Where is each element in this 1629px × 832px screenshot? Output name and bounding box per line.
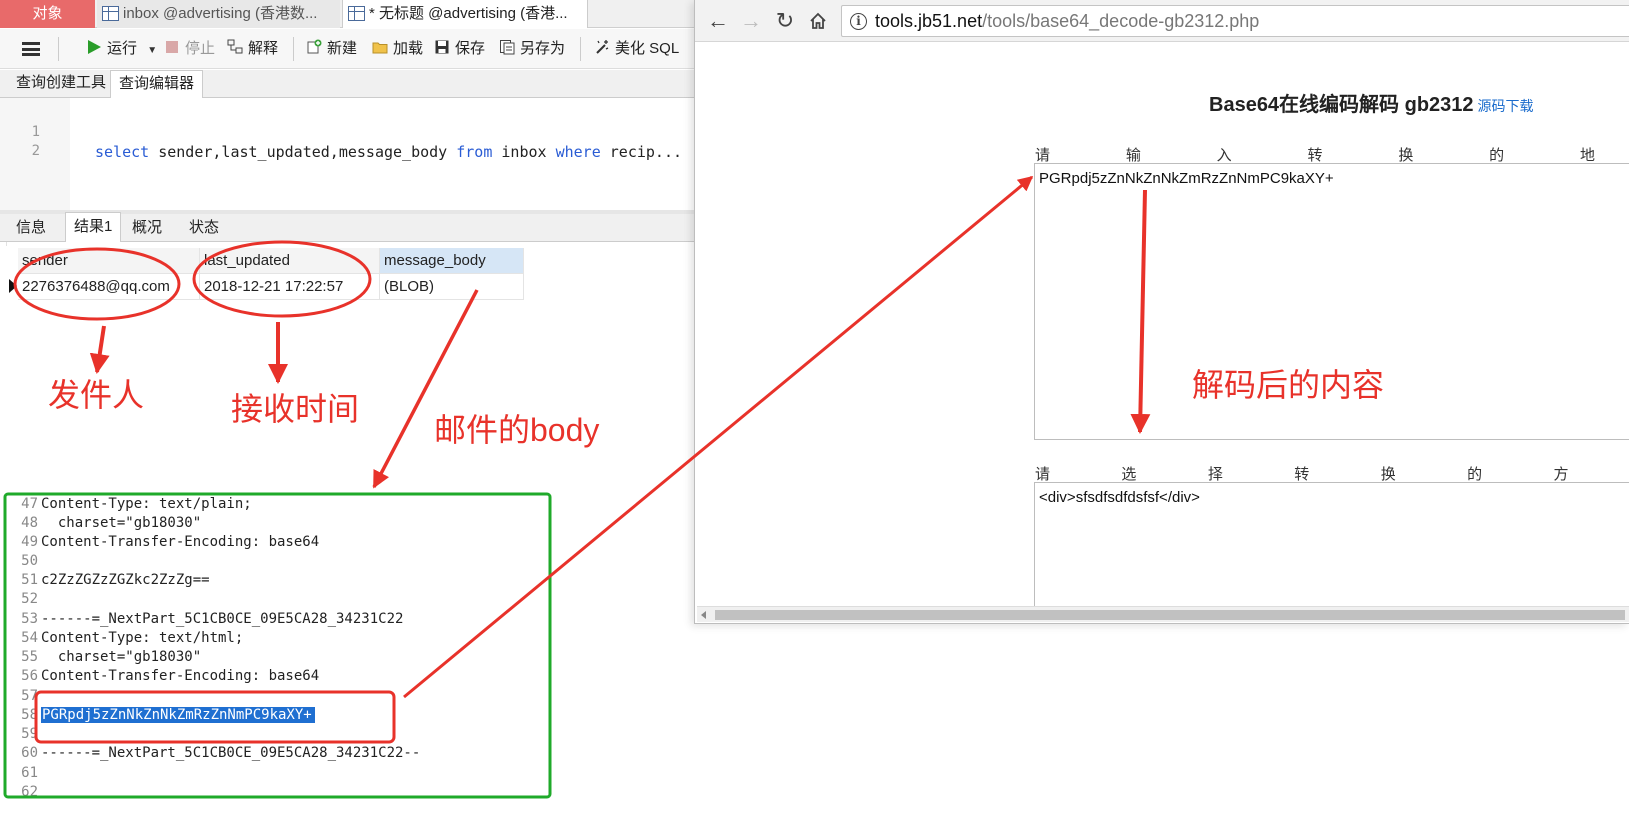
load-button[interactable]: 加载 <box>372 35 423 63</box>
tab-query-builder[interactable]: 查询创建工具 <box>8 70 114 98</box>
explain-icon <box>227 39 243 54</box>
tab-untitled-query[interactable]: * 无标题 @advertising (香港... <box>342 0 588 28</box>
viewer-line: 52 <box>21 591 38 607</box>
annotation-mail-body: 邮件的body <box>434 412 600 448</box>
save-button[interactable]: 保存 <box>434 35 485 63</box>
line-number: 2 <box>31 143 40 159</box>
new-icon <box>307 39 322 54</box>
current-row-indicator <box>9 279 17 293</box>
explain-button[interactable]: 解释 <box>227 35 278 63</box>
cell-last-updated[interactable]: 2018-12-21 17:22:57 <box>200 274 380 300</box>
tab-status[interactable]: 状态 <box>181 214 227 242</box>
browser-window: ← → ↻ i tools.jb51.net/tools/base64_deco… <box>694 0 1629 624</box>
stop-label: 停止 <box>185 40 216 57</box>
new-label: 新建 <box>327 40 358 57</box>
viewer-line: 56 Content-Transfer-Encoding: base64 <box>21 668 320 684</box>
viewer-line: 48 charset="gb18030" <box>21 515 202 531</box>
navicat-tab-bar: 对象 inbox @advertising (香港数... * 无标题 @adv… <box>0 0 720 28</box>
new-button[interactable]: 新建 <box>306 35 357 63</box>
column-header-message-body[interactable]: message_body <box>380 248 524 274</box>
save-icon <box>435 40 449 54</box>
column-header-sender[interactable]: sender <box>18 248 200 274</box>
scroll-left-icon[interactable] <box>701 611 706 619</box>
viewer-line: 59 <box>21 726 38 742</box>
selected-base64-text[interactable]: PGRpdj5zZnNkZnNkZmRzZnNmPC9kaXY+ <box>41 707 315 723</box>
load-label: 加载 <box>393 40 424 57</box>
viewer-line: 62 <box>21 784 38 800</box>
tab-overview[interactable]: 概况 <box>124 214 170 242</box>
address-bar[interactable]: i tools.jb51.net/tools/base64_decode-gb2… <box>841 5 1629 37</box>
viewer-line-selected: 58 PGRpdj5zZnNkZnNkZmRzZnNmPC9kaXY+ <box>4 706 552 725</box>
save-as-button[interactable]: 另存为 <box>499 35 565 63</box>
sql-editor[interactable]: 1 select sender,last_updated,message_bod… <box>0 98 720 210</box>
annotation-received-time: 接收时间 <box>231 391 360 427</box>
query-icon <box>348 6 365 21</box>
page-title-text: Base64在线编码解码 gb2312 <box>1209 94 1474 116</box>
editor-line: 2 <box>0 121 40 159</box>
browser-toolbar: ← → ↻ i tools.jb51.net/tools/base64_deco… <box>695 0 1629 42</box>
tab-info[interactable]: 信息 <box>8 214 54 242</box>
result-tabs: 信息 结果1 概况 状态 <box>0 212 720 242</box>
explain-label: 解释 <box>248 40 279 57</box>
screenshot-root: { "navicat": { "tabs": [ {"label": "对象"}… <box>0 0 1629 832</box>
beautify-sql-button[interactable]: 美化 SQL <box>594 35 679 63</box>
tab-objects[interactable]: 对象 <box>0 0 95 28</box>
column-header-last-updated[interactable]: last_updated <box>200 248 380 274</box>
query-subtabs: 查询创建工具 查询编辑器 <box>0 70 720 98</box>
tab-untitled-query-label: * 无标题 @advertising (香港... <box>369 5 568 22</box>
stop-button[interactable]: 停止 <box>164 35 215 63</box>
tab-query-editor[interactable]: 查询编辑器 <box>110 70 204 98</box>
viewer-line: 50 <box>21 553 38 569</box>
decoded-output-textarea[interactable]: <div>sfsdfsdfdsfsf</div> <box>1034 482 1629 606</box>
viewer-line: 61 <box>21 765 38 781</box>
menu-icon[interactable] <box>22 42 40 56</box>
info-icon[interactable]: i <box>850 13 867 30</box>
viewer-line: 49 Content-Transfer-Encoding: base64 <box>21 534 320 550</box>
run-button[interactable]: 运行 ▼ <box>86 35 157 63</box>
input-label: 请输入转换的地 <box>1035 147 1595 164</box>
save-label: 保存 <box>455 40 486 57</box>
annotation-decoded-content: 解码后的内容 <box>1192 367 1385 403</box>
save-as-label: 另存为 <box>520 40 566 57</box>
download-source-link[interactable]: 源码下载 <box>1478 98 1534 114</box>
run-label: 运行 <box>107 40 138 57</box>
horizontal-scrollbar[interactable] <box>697 606 1629 622</box>
tab-inbox-table-label: inbox @advertising (香港数... <box>123 5 318 22</box>
forward-icon[interactable]: → <box>738 8 764 34</box>
tab-inbox-table[interactable]: inbox @advertising (香港数... <box>97 0 340 28</box>
viewer-line: 54 Content-Type: text/html; <box>21 630 244 646</box>
beautify-sql-label: 美化 SQL <box>615 40 680 57</box>
back-icon[interactable]: ← <box>705 8 731 34</box>
viewer-line: 51 c2ZzZGZzZGZkc2ZzZg== <box>21 572 210 588</box>
query-toolbar: 运行 ▼ 停止 解释 新建 加载 保存 另存为 美化 SQL <box>0 29 720 69</box>
table-icon <box>102 6 119 21</box>
tab-result1[interactable]: 结果1 <box>65 212 122 242</box>
sql-code: select sender,last_updated,message_body … <box>95 143 683 161</box>
folder-icon <box>372 42 388 54</box>
viewer-line: 47 Content-Type: text/plain; <box>21 496 252 512</box>
page-title: Base64在线编码解码 gb2312 源码下载 <box>1209 88 1534 117</box>
toolbar-divider <box>580 37 581 61</box>
cell-message-body[interactable]: (BLOB) <box>380 274 524 300</box>
save-as-icon <box>500 40 515 55</box>
reload-icon[interactable]: ↻ <box>772 8 798 34</box>
scrollbar-thumb[interactable] <box>715 610 1625 620</box>
output-label: 请选择转换的方式 <box>1035 466 1569 483</box>
viewer-line: 60 ------=_NextPart_5C1CB0CE_09E5CA28_342… <box>21 745 421 761</box>
mail-source-viewer[interactable]: 47 Content-Type: text/plain; 48 charset="… <box>4 494 552 800</box>
toolbar-divider <box>58 37 59 61</box>
url-text: tools.jb51.net/tools/base64_decode-gb231… <box>875 11 1260 31</box>
viewer-line: 55 charset="gb18030" <box>21 649 202 665</box>
cell-sender[interactable]: 2276376488@qq.com <box>18 274 200 300</box>
annotation-sender: 发件人 <box>48 377 145 413</box>
home-icon[interactable] <box>805 8 831 34</box>
chevron-down-icon[interactable]: ▼ <box>147 45 157 56</box>
toolbar-divider <box>293 37 294 61</box>
viewer-line: 53 ------=_NextPart_5C1CB0CE_09E5CA28_342… <box>21 611 404 627</box>
stop-icon <box>166 41 178 53</box>
play-icon <box>88 40 101 54</box>
magic-wand-icon <box>596 40 609 54</box>
viewer-line: 57 <box>21 688 38 704</box>
editor-line: 1 select sender,last_updated,message_bod… <box>0 102 682 161</box>
